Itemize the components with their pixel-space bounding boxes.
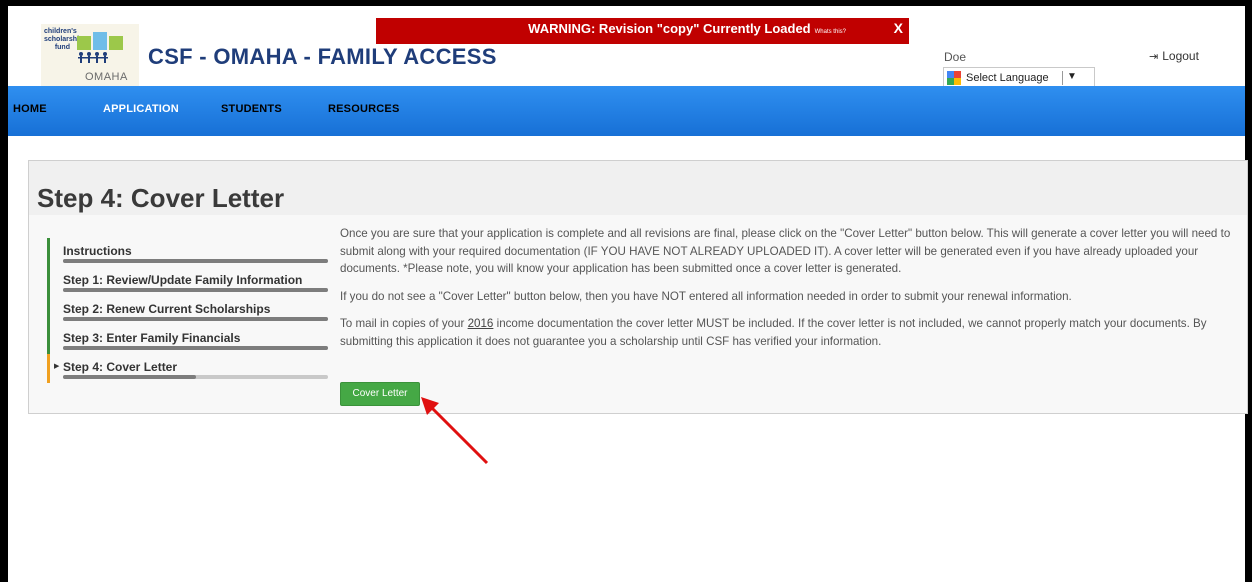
site-title: CSF - OMAHA - FAMILY ACCESS <box>148 44 497 69</box>
step-2[interactable]: Step 2: Renew Current Scholarships <box>47 296 329 325</box>
step-progress-fill <box>63 317 328 321</box>
step-progress <box>63 317 328 321</box>
language-divider <box>1062 71 1063 85</box>
nav-home[interactable]: HOME <box>13 103 47 115</box>
step-4[interactable]: ▶ Step 4: Cover Letter <box>47 354 329 383</box>
warning-close-button[interactable]: X <box>894 20 903 36</box>
logo-text: children's scholarship fund <box>44 28 84 51</box>
paragraph-3: To mail in copies of your 2016 income do… <box>340 317 1207 348</box>
current-step-caret-icon: ▶ <box>54 363 60 370</box>
step-progress <box>63 288 328 292</box>
year-link: 2016 <box>467 317 494 330</box>
step-progress <box>63 375 328 379</box>
houses-icon <box>77 32 123 63</box>
step-marker <box>47 354 50 383</box>
user-name: Doe <box>944 50 967 64</box>
step-progress-fill <box>63 375 196 379</box>
step-marker <box>47 238 50 267</box>
nav-resources[interactable]: RESOURCES <box>328 103 399 115</box>
step-progress-fill <box>63 346 328 350</box>
step-instructions[interactable]: Instructions <box>47 238 329 267</box>
step-label: Step 3: Enter Family Financials <box>63 331 241 345</box>
step-panel: Step 4: Cover Letter Instructions Step 1… <box>28 160 1248 414</box>
step-label: Step 1: Review/Update Family Information <box>63 273 303 287</box>
step-1[interactable]: Step 1: Review/Update Family Information <box>47 267 329 296</box>
main-nav: HOME APPLICATION STUDENTS RESOURCES <box>8 86 1245 136</box>
step-progress-fill <box>63 288 328 292</box>
nav-application[interactable]: APPLICATION <box>103 103 179 115</box>
page-title: Step 4: Cover Letter <box>37 183 285 213</box>
logo-city: OMAHA <box>85 71 128 83</box>
step-marker <box>47 296 50 325</box>
paragraph-2: If you do not see a "Cover Letter" butto… <box>340 289 1072 303</box>
step-progress <box>63 259 328 263</box>
cover-letter-button[interactable]: Cover Letter <box>340 382 420 406</box>
step-label: Step 2: Renew Current Scholarships <box>63 302 271 316</box>
logout-icon: ⇥ <box>1149 51 1159 63</box>
nav-students[interactable]: STUDENTS <box>221 103 282 115</box>
csf-logo[interactable]: children's scholarship fund OMAHA <box>41 24 139 86</box>
step-marker <box>47 267 50 296</box>
logout-link[interactable]: ⇥ Logout <box>1149 49 1199 63</box>
whats-this-link[interactable]: Whats this? <box>815 29 846 35</box>
logout-label: Logout <box>1162 49 1199 63</box>
step-label: Step 4: Cover Letter <box>63 360 178 374</box>
step-label: Instructions <box>63 244 132 258</box>
red-arrow-annotation <box>421 397 489 465</box>
step-list: Instructions Step 1: Review/Update Famil… <box>47 238 329 383</box>
window-frame-left <box>0 0 8 582</box>
step-progress-fill <box>63 259 328 263</box>
google-translate-icon <box>947 71 961 85</box>
dropdown-arrow-icon: ▼ <box>1067 71 1077 82</box>
warning-message: WARNING: Revision "copy" Currently Loade… <box>528 21 811 36</box>
revision-warning-banner: WARNING: Revision "copy" Currently Loade… <box>376 18 909 44</box>
step-marker <box>47 325 50 354</box>
paragraph-1: Once you are sure that your application … <box>340 227 1231 275</box>
step-progress <box>63 346 328 350</box>
step-3[interactable]: Step 3: Enter Family Financials <box>47 325 329 354</box>
instructions-text: Once you are sure that your application … <box>340 225 1240 360</box>
language-label: Select Language <box>966 72 1049 84</box>
